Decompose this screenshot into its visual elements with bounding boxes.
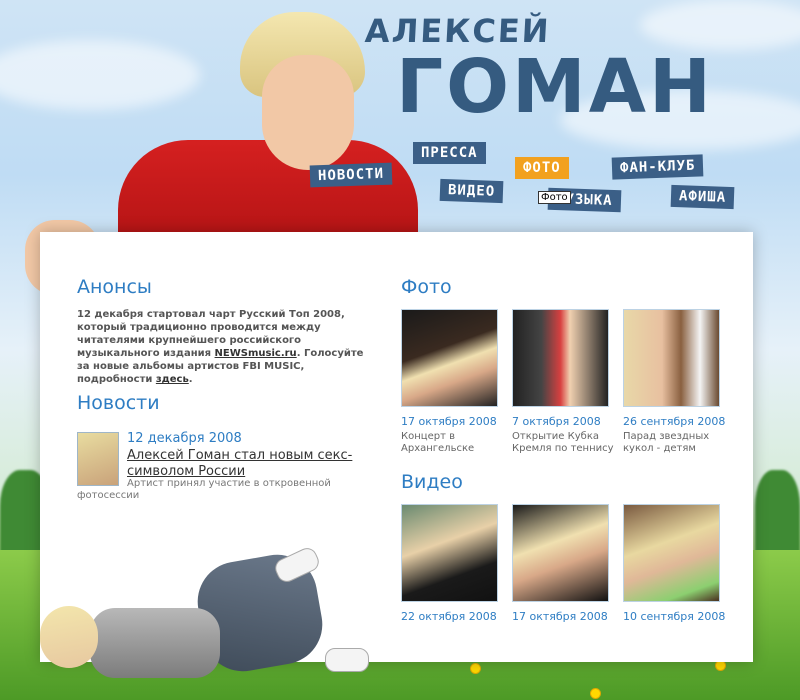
photo-thumbnail[interactable] <box>623 309 720 407</box>
site-title-last-name: ГОМАН <box>396 44 714 130</box>
news-headline-link[interactable]: Алексей Гоман стал новым секс-символом Р… <box>127 448 357 480</box>
photo-caption: Парад звездных кукол - детям <box>623 431 710 454</box>
details-link[interactable]: здесь <box>156 374 189 385</box>
news-heading: Новости <box>77 392 160 414</box>
nav-afisha[interactable]: АФИША <box>670 184 735 210</box>
photo-caption: Открытие Кубка Кремля по теннису <box>512 431 614 454</box>
newsmusic-link[interactable]: NEWSmusic.ru <box>215 348 297 359</box>
nav-video[interactable]: ВИДЕО <box>439 178 504 204</box>
lying-figure-body <box>90 608 220 678</box>
singer-photo-face <box>262 55 354 170</box>
nav-news[interactable]: НОВОСТИ <box>309 162 393 188</box>
flower <box>470 663 481 674</box>
photos-heading: Фото <box>401 276 452 298</box>
cloud <box>640 0 800 50</box>
video-date: 22 октября 2008 <box>401 610 497 623</box>
flower <box>590 688 601 699</box>
photo-date: 17 октября 2008 <box>401 415 497 428</box>
trees <box>755 470 800 560</box>
photo-date: 26 сентября 2008 <box>623 415 726 428</box>
nav-photo[interactable]: ФОТО <box>515 157 569 179</box>
video-thumbnail[interactable] <box>401 504 498 602</box>
hover-tooltip: Фото <box>538 191 571 204</box>
announcements-text: 12 декабря стартовал чарт Русский Топ 20… <box>77 309 364 385</box>
video-date: 17 октября 2008 <box>512 610 608 623</box>
cloud <box>0 40 200 110</box>
lying-figure-head <box>40 606 98 668</box>
video-date: 10 сентября 2008 <box>623 610 726 623</box>
news-date: 12 декабря 2008 <box>127 431 242 446</box>
video-thumbnail[interactable] <box>623 504 720 602</box>
news-description: Артист принял участие в откровенной фото… <box>77 478 331 501</box>
announcements-heading: Анонсы <box>77 276 152 298</box>
lying-figure-shoe <box>325 648 369 672</box>
photo-caption: Концерт в Архангельске <box>401 431 475 454</box>
nav-fanclub[interactable]: ФАН-КЛУБ <box>611 154 704 180</box>
photo-date: 7 октября 2008 <box>512 415 601 428</box>
photo-thumbnail[interactable] <box>401 309 498 407</box>
nav-press[interactable]: ПРЕССА <box>413 142 486 164</box>
video-thumbnail[interactable] <box>512 504 609 602</box>
photo-thumbnail[interactable] <box>512 309 609 407</box>
videos-heading: Видео <box>401 471 463 493</box>
